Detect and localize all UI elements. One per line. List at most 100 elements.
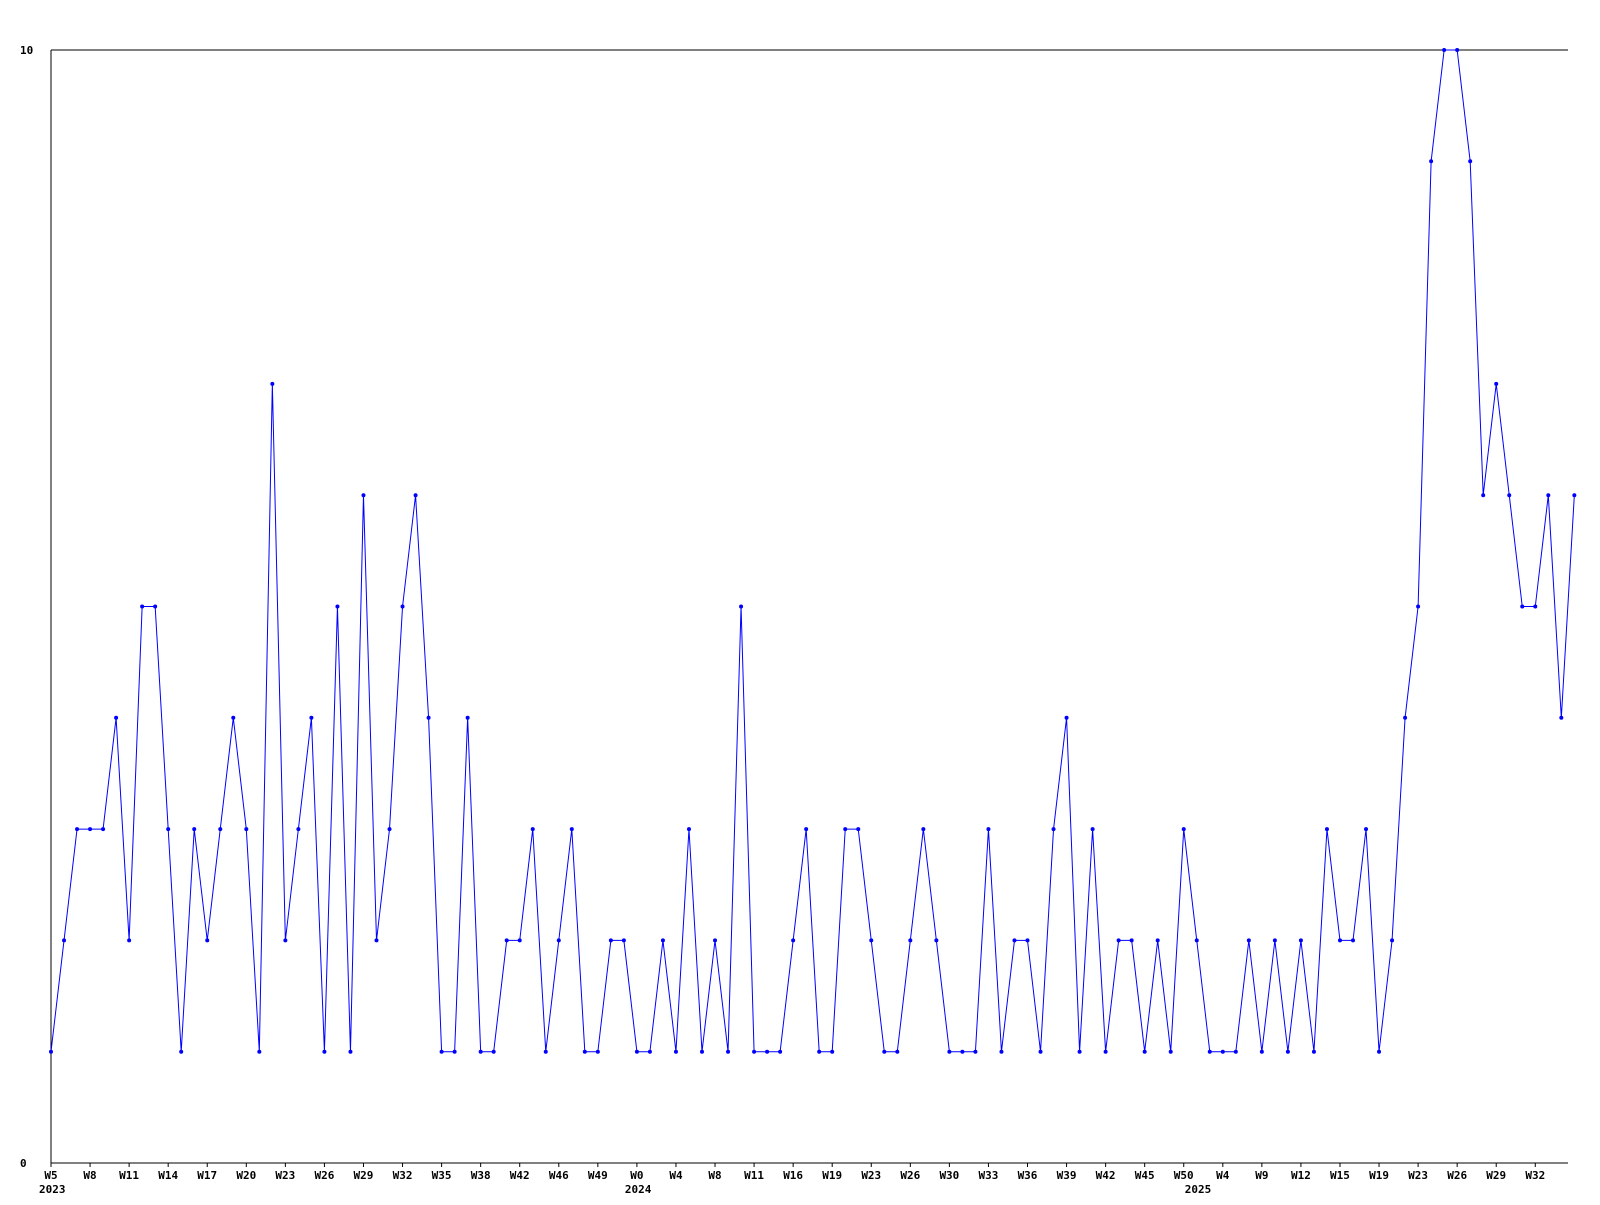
- x-tick-label: W17: [197, 1169, 217, 1182]
- data-point: [517, 938, 522, 943]
- x-tick-label: W11: [119, 1169, 139, 1182]
- data-point: [621, 938, 626, 943]
- data-point: [478, 1049, 483, 1054]
- data-point: [1572, 493, 1577, 498]
- data-point: [309, 715, 314, 720]
- data-point: [1559, 715, 1564, 720]
- data-point: [921, 827, 926, 832]
- chart-svg: 010W5 W8 W11 W14 W17 W20 W23 W26 W29 W32 W35 W38 W42…: [20, 44, 1577, 1196]
- data-point: [348, 1049, 353, 1054]
- data-point: [1012, 938, 1017, 943]
- year-label: 2024: [625, 1183, 652, 1196]
- series-polyline: [50, 49, 1575, 1053]
- data-point: [791, 938, 796, 943]
- data-point: [543, 1049, 548, 1054]
- x-tick-label: W26: [1447, 1169, 1467, 1182]
- data-point: [973, 1049, 978, 1054]
- data-point: [1298, 938, 1303, 943]
- x-tick-label: W39: [1057, 1169, 1077, 1182]
- y-tick-label: 0: [20, 1157, 27, 1170]
- data-point: [244, 827, 249, 832]
- data-point: [400, 604, 405, 609]
- data-point: [608, 938, 613, 943]
- data-point: [465, 715, 470, 720]
- x-tick-label: W46: [549, 1169, 569, 1182]
- data-point: [556, 938, 561, 943]
- data-point: [1181, 827, 1186, 832]
- x-tick-label: W0: [630, 1169, 643, 1182]
- data-points: [49, 48, 1577, 1054]
- axis-labels: 010W5 W8 W11 W14 W17 W20 W23 W26 W29 W32 W35 W38 W42…: [20, 44, 1545, 1196]
- data-point: [1455, 48, 1460, 52]
- data-point: [634, 1049, 639, 1054]
- year-label: 2025: [1185, 1183, 1212, 1196]
- data-point: [934, 938, 939, 943]
- data-point: [856, 827, 861, 832]
- data-point: [830, 1049, 835, 1054]
- data-point: [1220, 1049, 1225, 1054]
- data-point: [804, 827, 809, 832]
- x-tick-label: W9: [1255, 1169, 1268, 1182]
- data-point: [205, 938, 210, 943]
- line-chart: 0 10 W5 W8 W11 W14 W17 W20 W23 W26 W29 W32 W35 W38 W42…: [0, 0, 1600, 1200]
- data-point: [752, 1049, 757, 1054]
- data-point: [1494, 381, 1499, 386]
- data-point: [1272, 938, 1277, 943]
- x-tick-label: W36: [1018, 1169, 1038, 1182]
- data-point: [1351, 938, 1355, 943]
- axes: [50, 49, 1568, 1167]
- data-point: [504, 938, 509, 943]
- year-label: 2023: [39, 1183, 66, 1196]
- data-point: [947, 1049, 952, 1054]
- x-tick-label: W23: [275, 1169, 295, 1182]
- data-point: [1403, 715, 1408, 720]
- data-point: [1129, 938, 1134, 943]
- x-tick-label: W11: [744, 1169, 764, 1182]
- data-point: [114, 715, 119, 720]
- x-tick-label: W49: [588, 1169, 608, 1182]
- data-point: [374, 938, 379, 943]
- data-point: [439, 1049, 444, 1054]
- x-tick-label: W12: [1291, 1169, 1311, 1182]
- data-point: [1168, 1049, 1173, 1054]
- x-tick-label: W8: [708, 1169, 721, 1182]
- data-point: [778, 1049, 783, 1054]
- data-point: [1507, 493, 1512, 498]
- data-point: [1025, 938, 1030, 943]
- x-tick-label: W4: [669, 1169, 683, 1182]
- x-tick-label: W8: [83, 1169, 96, 1182]
- data-point: [62, 938, 67, 943]
- data-point: [1468, 159, 1473, 164]
- data-point: [1051, 827, 1056, 832]
- x-tick-label: W42: [510, 1169, 530, 1182]
- data-point: [1090, 827, 1095, 832]
- data-point: [700, 1049, 704, 1054]
- data-point: [1324, 827, 1329, 832]
- data-point: [660, 938, 665, 943]
- data-point: [908, 938, 913, 943]
- x-tick-label: W33: [979, 1169, 999, 1182]
- x-tick-label: W15: [1330, 1169, 1350, 1182]
- data-point: [1038, 1049, 1043, 1054]
- data-point: [361, 493, 366, 498]
- data-point: [387, 827, 392, 832]
- data-point: [1429, 159, 1434, 164]
- x-tick-label: W19: [822, 1169, 842, 1182]
- series-line: [50, 49, 1575, 1053]
- data-point: [726, 1049, 731, 1054]
- data-point: [75, 827, 80, 832]
- x-tick-label: W50: [1174, 1169, 1194, 1182]
- x-tick-label: W42: [1096, 1169, 1116, 1182]
- x-tick-label: W19: [1369, 1169, 1389, 1182]
- x-tick-label: W14: [158, 1169, 178, 1182]
- data-point: [1520, 604, 1525, 609]
- data-point: [88, 827, 93, 832]
- data-point: [413, 493, 418, 498]
- x-tick-label: W23: [1408, 1169, 1428, 1182]
- data-point: [1390, 938, 1395, 943]
- data-point: [1337, 938, 1342, 943]
- data-point: [296, 827, 301, 832]
- data-point: [179, 1049, 184, 1054]
- x-tick-label: W23: [861, 1169, 881, 1182]
- data-point: [999, 1049, 1004, 1054]
